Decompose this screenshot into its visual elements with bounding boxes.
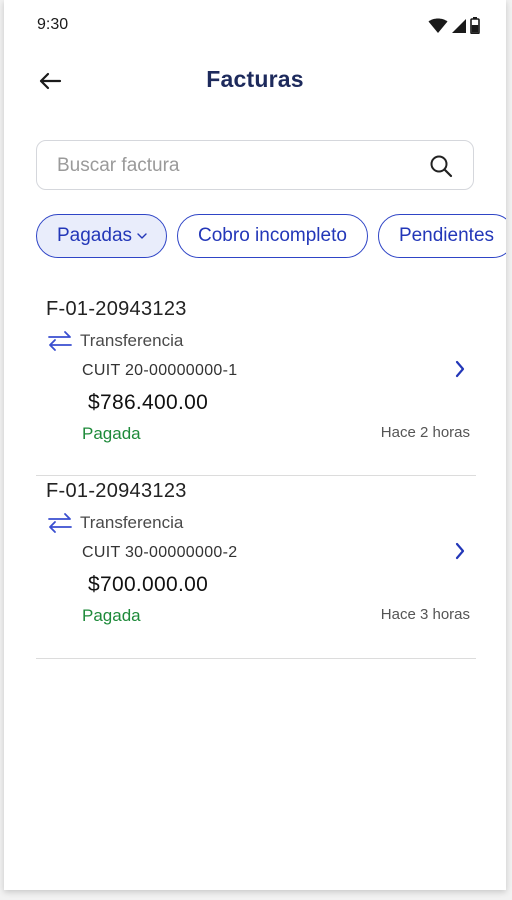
invoice-cuit: CUIT 30-00000000-2	[82, 544, 238, 561]
transfer-icon	[48, 513, 72, 533]
invoice-time: Hace 2 horas	[380, 424, 470, 441]
chevron-right-icon[interactable]	[452, 358, 468, 380]
battery-icon	[470, 17, 480, 34]
invoice-list: F-01-20943123 Transferencia CUIT 20-0000…	[36, 296, 476, 659]
invoice-status: Pagada	[82, 424, 141, 443]
status-time: 9:30	[37, 16, 69, 33]
filter-chip-label: Cobro incompleto	[198, 225, 347, 246]
filter-chip-cobro-incompleto[interactable]: Cobro incompleto	[177, 214, 368, 258]
search-box[interactable]	[36, 140, 474, 191]
filter-chip-pagadas[interactable]: Pagadas	[36, 214, 168, 258]
status-icons	[428, 17, 480, 34]
invoice-status: Pagada	[82, 606, 141, 625]
filter-chip-label: Pagadas	[57, 225, 133, 246]
status-bar: 9:30	[4, 0, 506, 52]
filter-chip-label: Pendientes	[398, 225, 495, 246]
page-title: Facturas	[206, 66, 304, 92]
filter-chips: Pagadas Cobro incompleto Pendientes	[36, 214, 506, 258]
chevron-right-icon[interactable]	[452, 540, 468, 562]
search-icon[interactable]	[429, 154, 453, 178]
invoice-number: F-01-20943123	[46, 298, 187, 320]
transfer-icon	[48, 331, 72, 351]
search-input[interactable]	[55, 141, 419, 191]
payment-method-label: Transferencia	[80, 331, 184, 350]
invoice-amount: $700.000.00	[88, 573, 209, 596]
filter-chip-pendientes[interactable]: Pendientes	[377, 214, 506, 258]
chevron-down-icon	[137, 233, 147, 239]
payment-method-label: Transferencia	[80, 513, 184, 532]
invoice-cuit: CUIT 20-00000000-1	[82, 362, 238, 379]
signal-icon	[452, 18, 466, 33]
payment-method: Transferencia	[46, 330, 183, 352]
wifi-icon	[428, 18, 448, 33]
invoice-item[interactable]: F-01-20943123 Transferencia CUIT 30-0000…	[36, 478, 476, 659]
invoice-time: Hace 3 horas	[380, 606, 470, 623]
invoice-item[interactable]: F-01-20943123 Transferencia CUIT 20-0000…	[36, 296, 476, 476]
app-header: Facturas	[4, 52, 506, 110]
payment-method: Transferencia	[46, 512, 183, 534]
invoice-number: F-01-20943123	[46, 480, 187, 502]
app-screen: 9:30 Facturas Buscar factura Pagadas Cob…	[4, 0, 506, 890]
invoice-amount: $786.400.00	[88, 391, 209, 414]
